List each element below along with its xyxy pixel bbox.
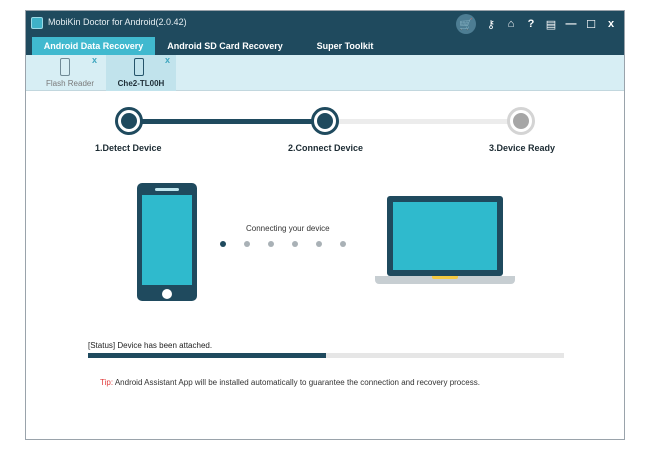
app-title: MobiKin Doctor for Android(2.0.42) — [48, 17, 187, 27]
step-3-indicator — [507, 107, 535, 135]
device-tab-label: Flash Reader — [45, 79, 95, 88]
tab-android-data-recovery[interactable]: Android Data Recovery — [32, 37, 155, 55]
progress-dot — [244, 241, 250, 247]
tip-message: Tip: Android Assistant App will be insta… — [100, 378, 480, 387]
laptop-illustration-icon — [387, 196, 503, 276]
connecting-message: Connecting your device — [246, 224, 330, 233]
progress-bar — [88, 353, 564, 358]
step-2-indicator — [311, 107, 339, 135]
step-1-label: 1.Detect Device — [95, 143, 162, 153]
close-icon[interactable]: x — [602, 15, 620, 33]
tip-text: Android Assistant App will be installed … — [114, 378, 480, 387]
step-line-completed — [129, 119, 325, 124]
title-bar-controls: 🛒 ⚷ ⌂ ? ▤ — ☐ x — [454, 14, 620, 34]
app-logo-icon — [31, 17, 43, 29]
key-icon[interactable]: ⚷ — [482, 15, 500, 33]
phone-icon — [60, 58, 70, 76]
device-tab-che2-tl00h[interactable]: x Che2-TL00H — [106, 55, 176, 91]
tab-super-toolkit[interactable]: Super Toolkit — [304, 37, 386, 55]
connection-stepper: 1.Detect Device 2.Connect Device 3.Devic… — [26, 91, 624, 171]
app-window: MobiKin Doctor for Android(2.0.42) 🛒 ⚷ ⌂… — [25, 10, 625, 440]
step-2-label: 2.Connect Device — [288, 143, 364, 153]
main-tab-bar: Android Data Recovery Android SD Card Re… — [26, 37, 624, 55]
laptop-base — [375, 276, 515, 284]
minimize-icon[interactable]: — — [562, 15, 580, 33]
progress-dot — [220, 241, 226, 247]
progress-dot — [292, 241, 298, 247]
title-bar: MobiKin Doctor for Android(2.0.42) 🛒 ⚷ ⌂… — [26, 11, 624, 37]
maximize-icon[interactable]: ☐ — [582, 15, 600, 33]
status-message: [Status] Device has been attached. — [88, 341, 213, 350]
help-icon[interactable]: ? — [522, 15, 540, 33]
progress-dot — [316, 241, 322, 247]
tab-android-sd-card-recovery[interactable]: Android SD Card Recovery — [160, 37, 290, 55]
progress-dot — [268, 241, 274, 247]
close-device-tab-icon[interactable]: x — [165, 55, 170, 65]
step-1-indicator — [115, 107, 143, 135]
device-tab-bar: x Flash Reader x Che2-TL00H — [26, 55, 624, 91]
close-device-tab-icon[interactable]: x — [92, 55, 97, 65]
progress-bar-fill — [88, 353, 326, 358]
step-3-label: 3.Device Ready — [489, 143, 556, 153]
tip-prefix: Tip: — [100, 378, 114, 387]
phone-icon — [134, 58, 144, 76]
register-icon[interactable]: ▤ — [542, 15, 560, 33]
device-tab-label: Che2-TL00H — [117, 79, 165, 88]
home-icon[interactable]: ⌂ — [502, 15, 520, 33]
step-line-pending — [325, 119, 521, 124]
progress-dot — [340, 241, 346, 247]
cart-icon[interactable]: 🛒 — [456, 14, 476, 34]
device-tab-flash-reader[interactable]: x Flash Reader — [34, 55, 106, 91]
phone-illustration-icon — [137, 183, 197, 301]
